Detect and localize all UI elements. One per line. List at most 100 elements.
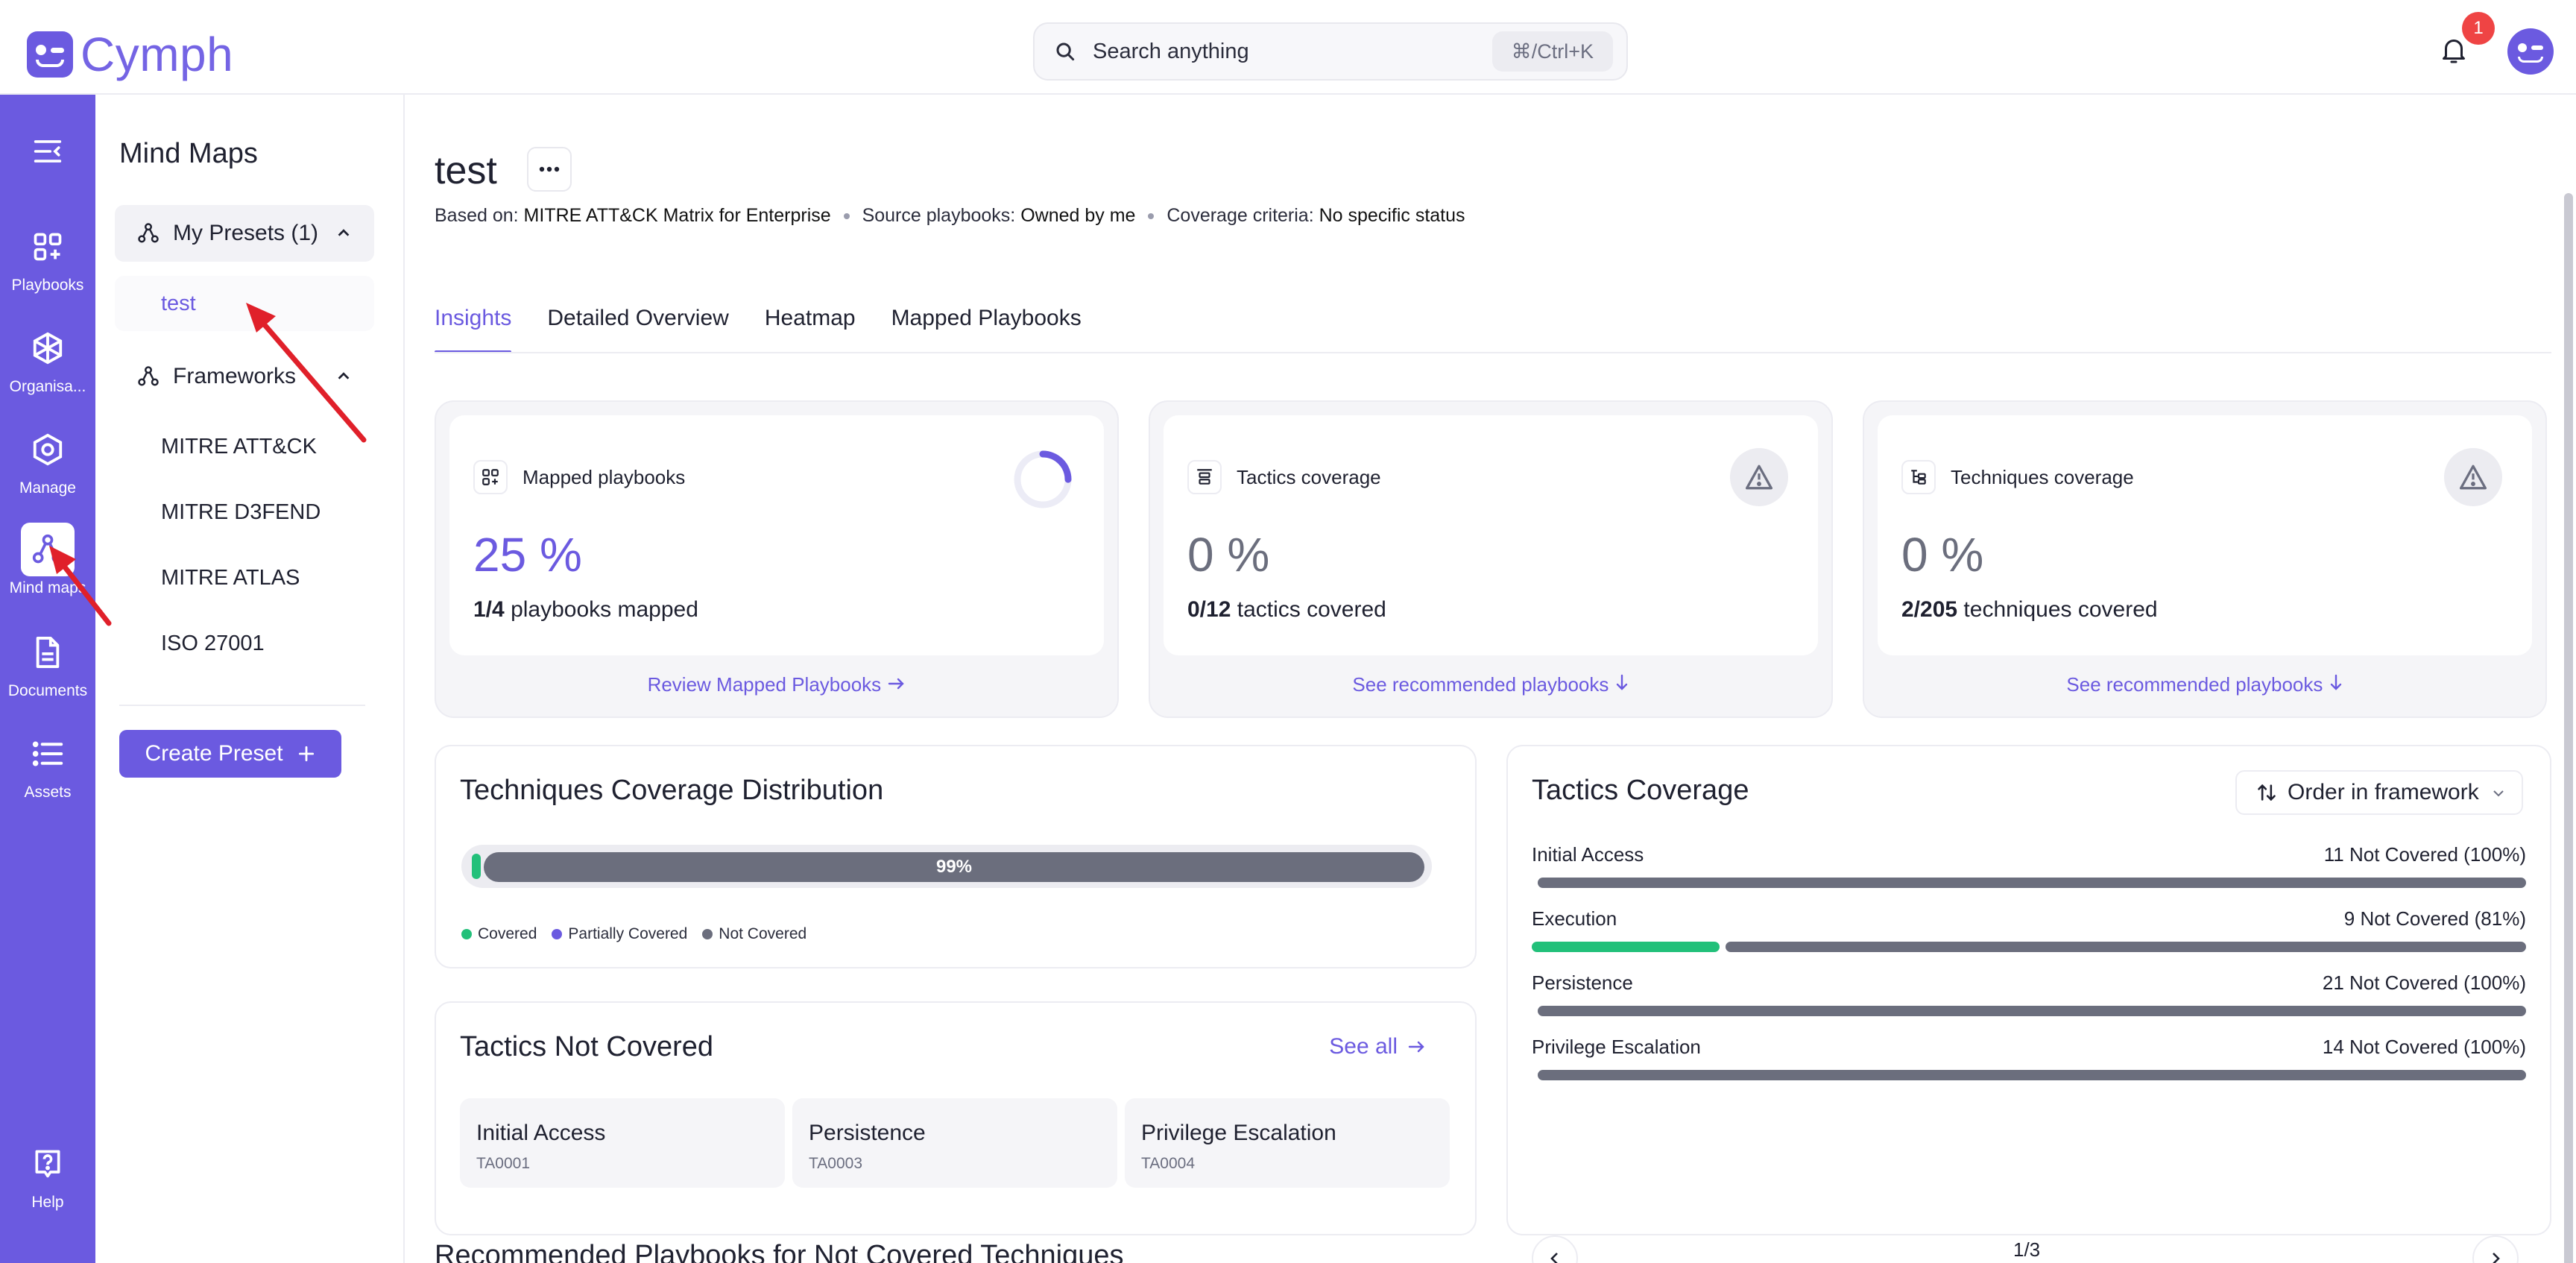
link-label: See recommended playbooks bbox=[2066, 673, 2323, 696]
document-icon bbox=[36, 637, 60, 668]
tactic-name: Privilege Escalation bbox=[1532, 1036, 1701, 1058]
mindmap-icon bbox=[138, 223, 159, 243]
grid-plus-icon bbox=[473, 460, 508, 494]
covered-segment bbox=[472, 854, 481, 879]
tab-insights[interactable]: Insights bbox=[435, 306, 512, 353]
create-preset-button[interactable]: Create Preset bbox=[119, 730, 341, 778]
chevron-up-icon[interactable] bbox=[335, 368, 352, 384]
tabs-divider bbox=[435, 352, 2551, 353]
search-placeholder: Search anything bbox=[1093, 39, 1249, 63]
coverage-bar bbox=[1726, 942, 2526, 952]
progress-ring bbox=[1014, 450, 1072, 508]
based-on-value: MITRE ATT&CK Matrix for Enterprise bbox=[523, 205, 831, 226]
grid-plus-icon bbox=[34, 233, 62, 261]
review-mapped-playbooks-link[interactable]: Review Mapped Playbooks bbox=[436, 673, 1117, 696]
tactic-id: TA0001 bbox=[476, 1155, 530, 1172]
rail-assets[interactable]: Assets bbox=[0, 727, 95, 801]
coverage-bar bbox=[1538, 1006, 2526, 1016]
rail-label: Manage bbox=[19, 479, 76, 497]
tactic-card[interactable]: Privilege Escalation TA0004 bbox=[1125, 1098, 1450, 1188]
rail-label: Playbooks bbox=[11, 277, 84, 294]
search-bar[interactable]: Search anything ⌘/Ctrl+K bbox=[1033, 22, 1628, 81]
framework-item[interactable]: MITRE ATLAS bbox=[161, 566, 300, 590]
more-options-button[interactable] bbox=[527, 147, 572, 192]
tactic-id: TA0004 bbox=[1141, 1155, 1195, 1172]
criteria-label: Coverage criteria: bbox=[1167, 205, 1314, 226]
create-preset-label: Create Preset bbox=[145, 741, 283, 766]
card-label: Mapped playbooks bbox=[523, 466, 686, 488]
rail-documents[interactable]: Documents bbox=[0, 626, 95, 700]
rail-organisation[interactable]: Organisa... bbox=[0, 321, 95, 396]
panel-title: Tactics Coverage bbox=[1532, 775, 1749, 806]
sidebar-title: Mind Maps bbox=[119, 138, 258, 169]
see-all-link[interactable]: See all bbox=[1329, 1034, 1426, 1059]
left-rail: Playbooks Organisa... Manage Mind maps D… bbox=[0, 95, 95, 1263]
card-desc-text: playbooks mapped bbox=[511, 597, 698, 622]
legend-covered: Covered bbox=[461, 925, 537, 943]
rail-mind-maps[interactable]: Mind maps bbox=[0, 523, 95, 597]
legend-label: Covered bbox=[478, 925, 537, 942]
app-logo[interactable]: Cymph bbox=[27, 27, 233, 82]
panel-title: Tactics Not Covered bbox=[460, 1031, 714, 1062]
user-avatar[interactable] bbox=[2507, 28, 2554, 75]
source-label: Source playbooks: bbox=[862, 205, 1016, 226]
arrow-right-icon bbox=[1408, 1041, 1424, 1053]
panel-title: Techniques Coverage Distribution bbox=[460, 775, 884, 806]
see-recommended-playbooks-link[interactable]: See recommended playbooks bbox=[1864, 673, 2545, 696]
bell-icon[interactable] bbox=[2440, 36, 2467, 66]
frameworks-label: Frameworks bbox=[173, 364, 297, 388]
tab-bar: Insights Detailed Overview Heatmap Mappe… bbox=[435, 306, 1117, 353]
mapped-playbooks-card: Mapped playbooks 25 % 1/4 playbooks mapp… bbox=[435, 400, 1119, 718]
tactic-name: Initial Access bbox=[476, 1121, 606, 1145]
tactic-card[interactable]: Initial Access TA0001 bbox=[460, 1098, 785, 1188]
card-label: Techniques coverage bbox=[1951, 466, 2134, 488]
see-all-label: See all bbox=[1329, 1034, 1398, 1059]
coverage-bar bbox=[1538, 878, 2526, 888]
card-percentage: 25 % bbox=[473, 528, 582, 582]
rail-label: Organisa... bbox=[9, 378, 86, 395]
list-icon bbox=[32, 741, 63, 766]
logo-icon bbox=[27, 31, 73, 78]
rail-help[interactable]: Help bbox=[0, 1137, 95, 1212]
framework-item[interactable]: ISO 27001 bbox=[161, 632, 265, 656]
collapse-menu-icon[interactable] bbox=[33, 138, 63, 165]
scrollbar[interactable] bbox=[2564, 193, 2573, 1263]
tab-detailed-overview[interactable]: Detailed Overview bbox=[547, 306, 728, 353]
criteria-value: No specific status bbox=[1319, 205, 1465, 226]
warning-icon bbox=[1730, 448, 1788, 506]
tactic-card[interactable]: Persistence TA0003 bbox=[792, 1098, 1117, 1188]
coverage-bar bbox=[1538, 1070, 2526, 1080]
order-dropdown[interactable]: Order in framework bbox=[2235, 770, 2523, 815]
framework-item[interactable]: MITRE ATT&CK bbox=[161, 435, 317, 459]
card-description: 2/205 techniques covered bbox=[1901, 597, 2158, 623]
card-count: 1/4 bbox=[473, 597, 505, 622]
prev-page-button[interactable] bbox=[1532, 1235, 1578, 1263]
tab-mapped-playbooks[interactable]: Mapped Playbooks bbox=[891, 306, 1082, 353]
legend-not-covered: Not Covered bbox=[702, 925, 806, 943]
rail-label: Mind maps bbox=[9, 579, 86, 596]
search-shortcut: ⌘/Ctrl+K bbox=[1491, 31, 1613, 72]
techniques-distribution-panel: Techniques Coverage Distribution 99% Cov… bbox=[435, 745, 1477, 968]
source-value: Owned by me bbox=[1020, 205, 1136, 226]
frameworks-group[interactable]: Frameworks bbox=[115, 348, 374, 405]
framework-item[interactable]: MITRE D3FEND bbox=[161, 500, 321, 525]
preset-item-test[interactable]: test bbox=[115, 276, 374, 331]
tactics-coverage-panel: Tactics Coverage Order in framework Init… bbox=[1506, 745, 2551, 1235]
hexagon-icon bbox=[33, 332, 63, 365]
distribution-bar: 99% bbox=[461, 845, 1432, 888]
page-title: test bbox=[435, 149, 497, 192]
tactic-name: Execution bbox=[1532, 907, 1617, 930]
rail-label: Help bbox=[31, 1194, 64, 1211]
app-name: Cymph bbox=[80, 28, 234, 81]
chevron-right-icon bbox=[2493, 1253, 2500, 1263]
my-presets-group[interactable]: My Presets (1) bbox=[115, 205, 374, 262]
rail-manage[interactable]: Manage bbox=[0, 423, 95, 497]
link-label: Review Mapped Playbooks bbox=[647, 673, 882, 696]
next-page-button[interactable] bbox=[2472, 1235, 2519, 1263]
tab-heatmap[interactable]: Heatmap bbox=[765, 306, 856, 353]
see-recommended-playbooks-link[interactable]: See recommended playbooks bbox=[1150, 673, 1831, 696]
sidebar-divider bbox=[119, 705, 365, 706]
chevron-up-icon[interactable] bbox=[335, 224, 352, 241]
rail-playbooks[interactable]: Playbooks bbox=[0, 220, 95, 295]
rail-label: Documents bbox=[7, 682, 88, 699]
